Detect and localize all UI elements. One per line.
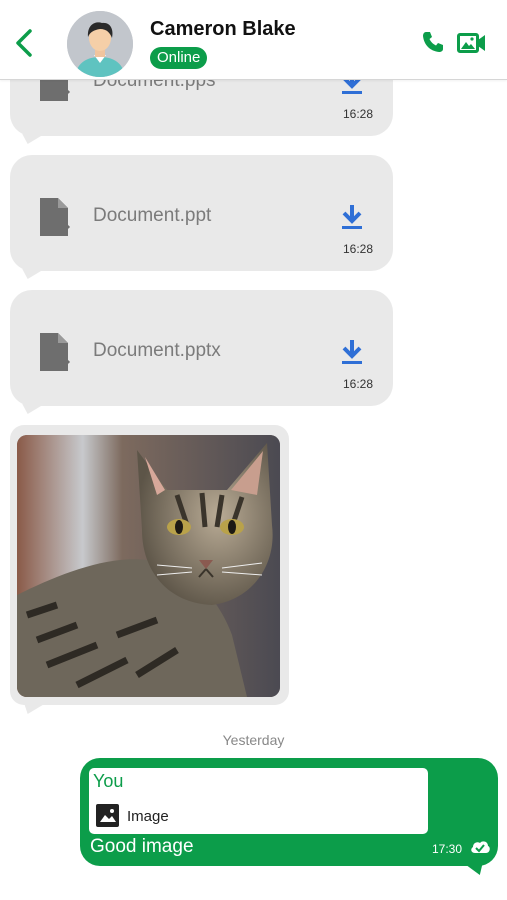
status-badge: Online xyxy=(150,47,208,69)
document-name: Document.pptx xyxy=(93,340,221,361)
message-time: 16:28 xyxy=(342,377,373,391)
cat-photo[interactable] xyxy=(17,435,280,697)
image-message[interactable] xyxy=(10,425,289,714)
download-icon[interactable] xyxy=(340,338,364,366)
video-call-icon[interactable] xyxy=(457,31,487,55)
download-icon[interactable] xyxy=(340,203,364,231)
outgoing-message[interactable]: You Image Good image 17:30 xyxy=(80,758,498,875)
chevron-left-icon[interactable] xyxy=(10,27,38,59)
document-message[interactable]: Document.ppt 16:28 xyxy=(10,155,393,279)
cloud-check-icon xyxy=(471,841,490,853)
document-message[interactable]: Document.pptx 16:28 xyxy=(10,290,393,414)
chat-header: Cameron Blake Online xyxy=(0,0,507,80)
bubble-tail xyxy=(466,865,486,875)
avatar[interactable] xyxy=(67,11,133,77)
document-name: Document.ppt xyxy=(93,205,212,226)
message-text: Good image xyxy=(90,836,194,857)
quoted-reply[interactable]: You Image xyxy=(89,768,428,834)
bubble-tail xyxy=(17,134,45,144)
bubble-tail xyxy=(19,704,45,714)
reply-preview-text: Image xyxy=(127,808,169,825)
image-icon xyxy=(96,804,119,827)
phone-icon[interactable] xyxy=(421,30,445,54)
message-time: 17:30 xyxy=(432,842,463,856)
reply-author: You xyxy=(93,771,124,791)
chat-area[interactable]: Document.pps 16:28 Document.ppt 16:28 Do… xyxy=(0,0,507,900)
message-time: 16:28 xyxy=(342,242,373,256)
document-file-icon xyxy=(40,333,71,371)
date-separator: Yesterday xyxy=(222,732,285,748)
message-time: 16:28 xyxy=(342,107,373,121)
bubble-tail xyxy=(17,269,45,279)
document-file-icon xyxy=(40,198,71,236)
bubble-tail xyxy=(17,404,45,414)
contact-name: Cameron Blake xyxy=(150,18,296,40)
